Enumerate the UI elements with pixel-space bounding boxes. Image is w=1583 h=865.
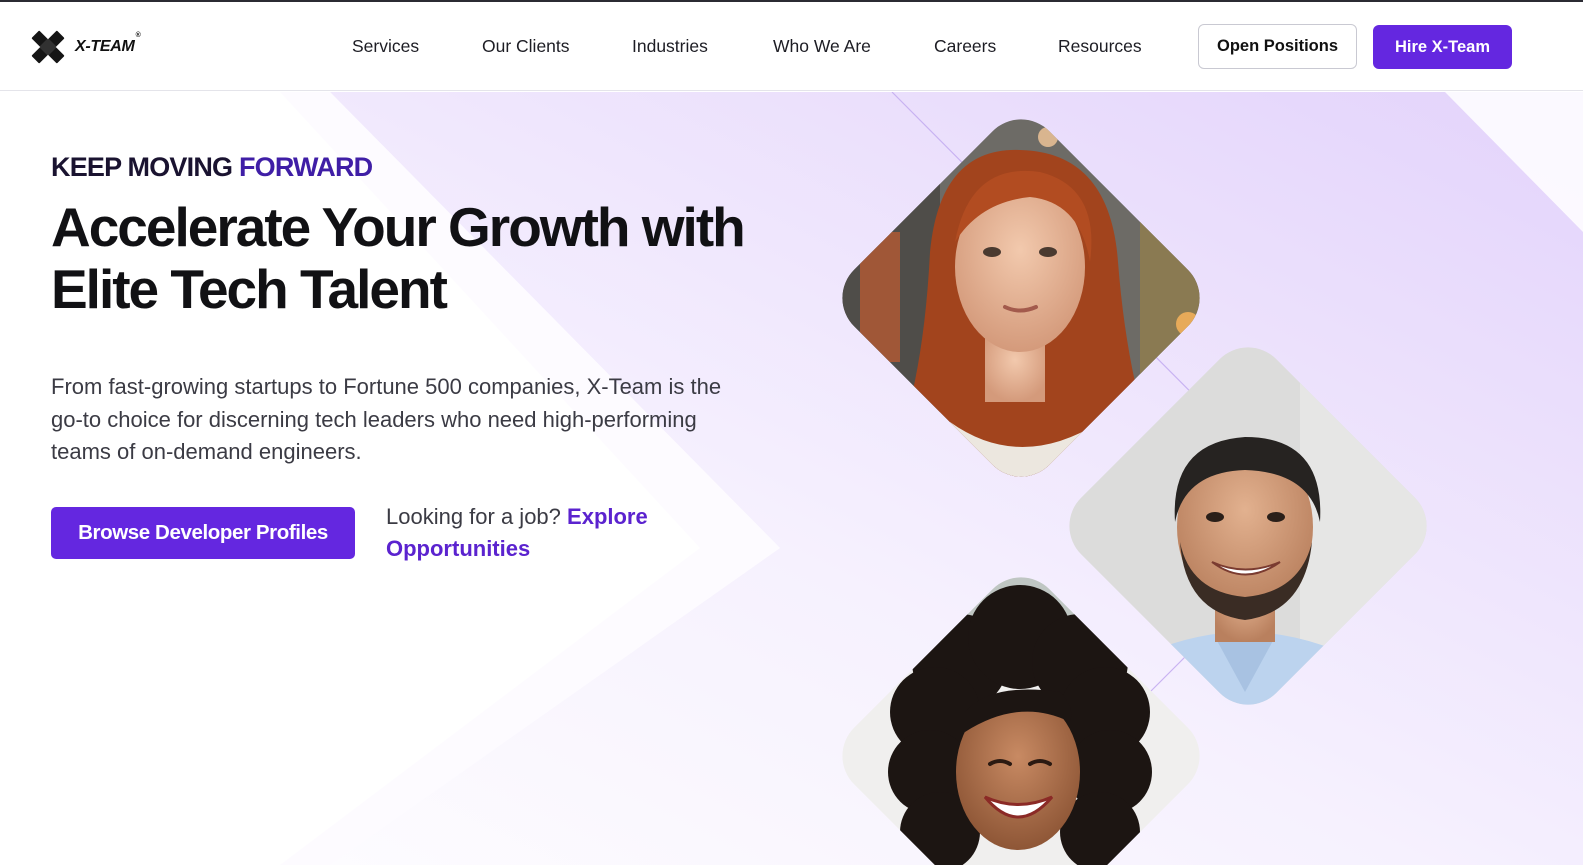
eyebrow-part-1: KEEP MOVING [51, 152, 233, 182]
xteam-logo[interactable]: X-TEAM® [27, 26, 141, 68]
nav-industries[interactable]: Industries [632, 36, 708, 57]
hero-eyebrow: KEEP MOVING FORWARD [51, 152, 373, 183]
job-prompt: Looking for a job? Explore Opportunities [386, 501, 686, 565]
hire-xteam-button[interactable]: Hire X-Team [1373, 25, 1512, 69]
eyebrow-part-2: FORWARD [238, 152, 373, 182]
hero-section: KEEP MOVING FORWARD Accelerate Your Grow… [0, 92, 1583, 865]
hero-headline: Accelerate Your Growth with Elite Tech T… [51, 196, 746, 320]
site-header: X-TEAM® Services Our Clients Industries … [0, 2, 1583, 91]
logo-wordmark: X-TEAM® [75, 32, 141, 55]
job-prompt-text: Looking for a job? [386, 504, 561, 529]
x-logo-icon [31, 30, 65, 64]
hero-lead-text: From fast-growing startups to Fortune 50… [51, 374, 722, 464]
nav-our-clients[interactable]: Our Clients [482, 36, 570, 57]
nav-resources[interactable]: Resources [1058, 36, 1142, 57]
nav-who-we-are[interactable]: Who We Are [773, 36, 871, 57]
nav-careers[interactable]: Careers [934, 36, 996, 57]
open-positions-button[interactable]: Open Positions [1198, 24, 1357, 69]
nav-services[interactable]: Services [352, 36, 419, 57]
browse-developer-profiles-button[interactable]: Browse Developer Profiles [51, 507, 355, 559]
